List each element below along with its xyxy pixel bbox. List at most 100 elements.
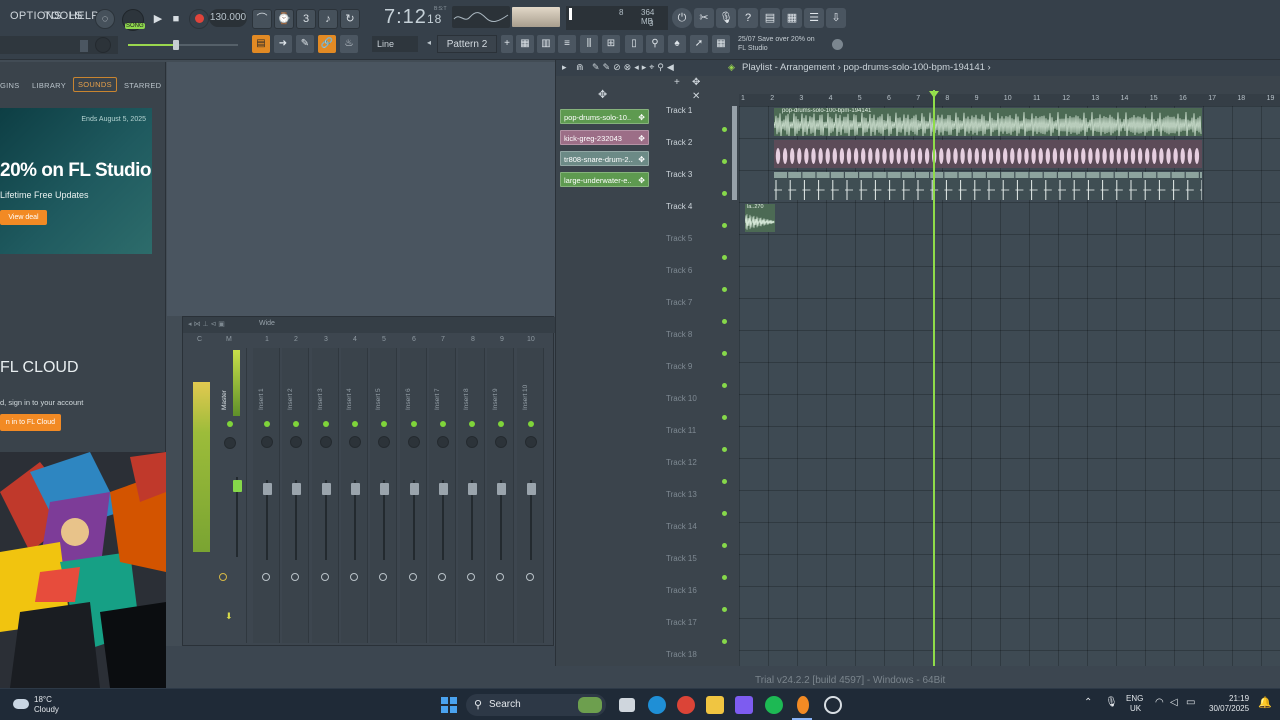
tempo-display[interactable]: 130.000 [209, 9, 247, 27]
menu-tool-icon[interactable]: ▦ [712, 35, 730, 53]
insert-led[interactable] [439, 421, 446, 427]
chrome-icon[interactable] [677, 696, 695, 714]
save-icon[interactable]: ▤ [760, 8, 780, 28]
hint-bar-grip[interactable] [80, 40, 88, 52]
volume-icon[interactable]: ◁ [1170, 697, 1178, 708]
mixer-strip-insert[interactable]: Insert 8 [458, 348, 486, 643]
start-icon[interactable] [440, 696, 458, 714]
track-mute-led[interactable] [722, 543, 727, 548]
insert-fader-handle[interactable] [263, 483, 272, 495]
track-label[interactable]: Track 14 [666, 522, 697, 531]
insert-led[interactable] [527, 421, 534, 427]
track-label[interactable]: Track 4 [666, 202, 692, 211]
stamp-icon[interactable]: ♨ [340, 35, 358, 53]
mixer-view-icon[interactable]: ≡ [558, 35, 576, 53]
loop-record-icon[interactable]: ↻ [340, 9, 360, 29]
insert-fader-handle[interactable] [438, 483, 448, 495]
insert-fader-handle[interactable] [497, 483, 507, 495]
tab-library[interactable]: LIBRARY [32, 81, 66, 90]
track-mute-led[interactable] [722, 511, 727, 516]
picker-clip[interactable]: pop-drums-solo-10.. ✥ [560, 109, 649, 124]
mixer-menu-icon[interactable]: ◂ ⋈ ⊥ ⊲ ▣ [188, 320, 225, 328]
track-move-icon[interactable]: ✥ [692, 77, 700, 88]
arrangement-clip-kick[interactable] [774, 140, 1202, 168]
plugin-icon[interactable]: ▦ [782, 8, 802, 28]
picker-clip[interactable]: large-underwater-e.. ✥ [560, 172, 649, 187]
pencil-icon[interactable]: ✎ [296, 35, 314, 53]
insert-send-icon[interactable] [291, 573, 300, 581]
mixer-strip-insert[interactable]: Insert 6 [399, 348, 427, 643]
insert-pan-knob[interactable] [290, 436, 303, 448]
recording-indicator-icon[interactable]: ◌ [95, 9, 115, 29]
track-mute-led[interactable] [722, 287, 727, 292]
insert-pan-knob[interactable] [319, 436, 332, 448]
mixer-strip-insert[interactable]: Insert 9 [487, 348, 515, 643]
insert-pan-knob[interactable] [378, 436, 391, 448]
insert-fader-handle[interactable] [468, 483, 478, 495]
task-view-icon[interactable] [619, 698, 635, 712]
timeline-ruler[interactable]: 1 2 3 4 5 6 7 8 9 10 11 12 13 14 15 16 17 18 19 [739, 94, 1280, 106]
stop-button[interactable]: ■ [166, 9, 186, 29]
track-mute-led[interactable] [722, 127, 727, 132]
chat-icon[interactable]: ☰ [804, 8, 824, 28]
file-explorer-icon[interactable] [706, 696, 724, 714]
insert-fader-handle[interactable] [350, 483, 360, 495]
insert-send-icon[interactable] [467, 573, 476, 581]
view-deal-button[interactable]: View deal [0, 210, 47, 225]
track-mute-led[interactable] [722, 319, 727, 324]
master-pan-knob[interactable] [224, 437, 236, 449]
insert-led[interactable] [469, 421, 476, 427]
insert-pan-knob[interactable] [261, 436, 273, 448]
playlist-arrows-icon[interactable]: ◈ [728, 62, 735, 73]
tab-plugins[interactable]: GINS [0, 81, 20, 90]
copilot-icon[interactable] [735, 696, 753, 714]
track-label[interactable]: Track 10 [666, 394, 697, 403]
playlist-menu-icon[interactable]: ▸ [562, 62, 567, 73]
arrangement-clip-snare[interactable] [774, 172, 1202, 200]
mixer-strip-master[interactable]: Master [217, 348, 247, 643]
playhead[interactable] [933, 90, 935, 666]
insert-led[interactable] [293, 421, 300, 427]
insert-led[interactable] [381, 421, 388, 427]
insert-fader-handle[interactable] [409, 483, 419, 495]
track-scroll-handle[interactable] [732, 106, 737, 200]
insert-led[interactable] [264, 421, 270, 427]
fl-studio-icon[interactable] [797, 696, 809, 714]
track-label[interactable]: Track 9 [666, 362, 692, 371]
track-label[interactable]: Track 2 [666, 138, 692, 147]
insert-pan-knob[interactable] [407, 436, 420, 448]
microphone-icon[interactable]: 🎙 [716, 8, 736, 28]
lang-primary[interactable]: ENG [1126, 694, 1143, 703]
countdown-icon[interactable]: 3 [296, 9, 316, 29]
master-fader-handle[interactable] [233, 480, 242, 492]
mixer-strip-insert[interactable]: Insert 7 [428, 348, 456, 643]
track-mute-led[interactable] [722, 415, 727, 420]
lang-secondary[interactable]: UK [1130, 704, 1141, 713]
arrangement-grid[interactable]: pop-drums-solo-100-bpm-194141 la..270 [739, 106, 1280, 666]
track-label[interactable]: Track 15 [666, 554, 697, 563]
insert-pan-knob[interactable] [348, 436, 361, 448]
edge-icon[interactable] [648, 696, 666, 714]
power-icon[interactable]: ⏻ [672, 8, 692, 28]
picker-move-icon[interactable]: ✥ [598, 88, 607, 101]
insert-fader-handle[interactable] [380, 483, 390, 495]
picker-clip[interactable]: kick-greg-232043 ✥ [560, 130, 649, 145]
master-route-icon[interactable]: ⬇ [225, 611, 233, 622]
snap-grid-icon[interactable]: ▤ [252, 35, 270, 53]
insert-pan-knob[interactable] [436, 436, 449, 448]
insert-pan-knob[interactable] [524, 436, 537, 448]
battery-icon[interactable]: ▭ [1186, 697, 1195, 708]
cut-tools-icon[interactable]: ✂ [694, 8, 714, 28]
insert-send-icon[interactable] [496, 573, 505, 581]
plugin-db-icon[interactable]: ⚲ [646, 35, 664, 53]
arrangement-clip-pop-drums[interactable]: pop-drums-solo-100-bpm-194141 [774, 108, 1202, 136]
track-mute-led[interactable] [722, 639, 727, 644]
insert-led[interactable] [351, 421, 358, 427]
playlist-tools-icons[interactable]: ⋒ ✎✎⊘⊗◂▸⌖⚲◀ [576, 62, 677, 73]
insert-send-icon[interactable] [437, 573, 446, 581]
step-edit-icon[interactable]: ♪ [318, 9, 338, 29]
track-mute-led[interactable] [722, 191, 727, 196]
track-label[interactable]: Track 11 [666, 426, 696, 435]
snap-select[interactable]: Line [372, 36, 418, 52]
settings-app-icon[interactable] [824, 696, 842, 714]
